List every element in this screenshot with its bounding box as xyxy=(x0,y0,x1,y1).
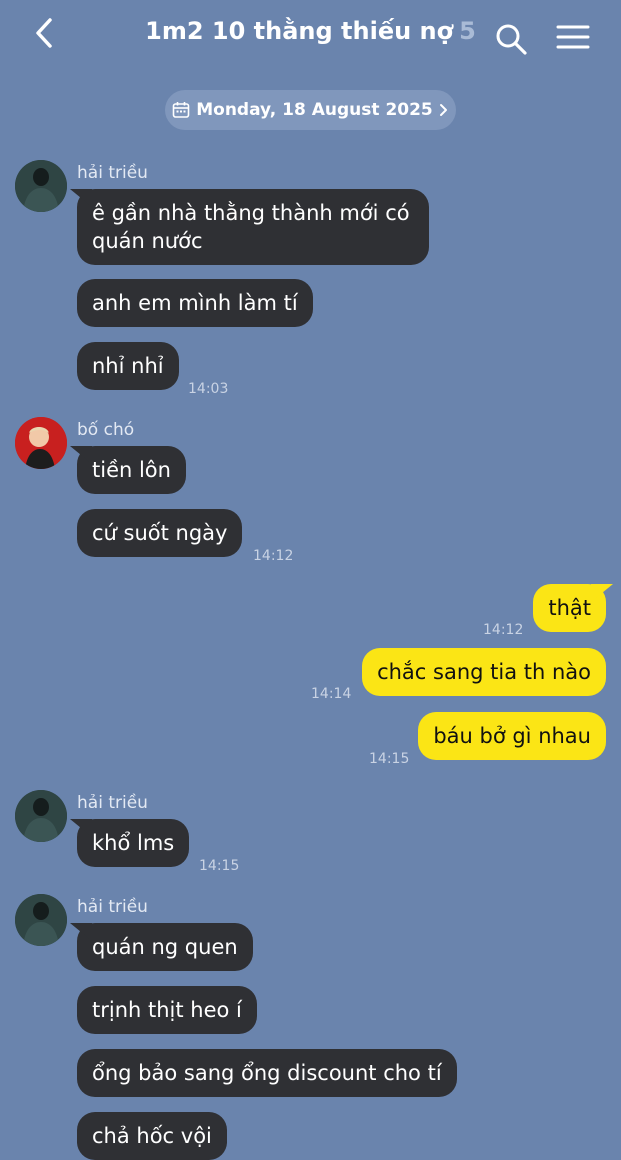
outgoing-message-bubble[interactable]: chắc sang tia th nào xyxy=(362,648,606,696)
person-silhouette-icon xyxy=(15,894,67,946)
chat-header: 1m2 10 thằng thiếu nợ 5 xyxy=(0,0,621,72)
member-count: 5 xyxy=(459,17,476,45)
sender-name: hải triều xyxy=(77,793,148,813)
message-timestamp: 14:15 xyxy=(369,751,410,767)
date-separator[interactable]: Monday, 18 August 2025 xyxy=(165,90,456,130)
date-label: Monday, 18 August 2025 xyxy=(196,100,433,120)
avatar[interactable] xyxy=(15,790,67,842)
message-bubble[interactable]: khổ lms xyxy=(77,819,190,867)
message-timestamp: 14:15 xyxy=(199,858,240,874)
person-photo-icon xyxy=(15,417,67,469)
message-bubble[interactable]: nhỉ nhỉ xyxy=(77,342,179,390)
person-silhouette-icon xyxy=(15,790,67,842)
message-bubble[interactable]: ê gần nhà thằng thành mới có quán nước xyxy=(77,189,429,265)
search-icon[interactable] xyxy=(494,22,528,56)
chevron-right-icon xyxy=(439,104,447,116)
message-bubble[interactable]: chả hốc vội xyxy=(77,1112,227,1160)
sender-name: hải triều xyxy=(77,897,148,917)
avatar[interactable] xyxy=(15,894,67,946)
message-bubble[interactable]: trịnh thịt heo í xyxy=(77,986,257,1034)
person-silhouette-icon xyxy=(15,160,67,212)
message-bubble[interactable]: cứ suốt ngày xyxy=(77,509,243,557)
group-name: 1m2 10 thằng thiếu nợ xyxy=(145,17,454,45)
message-timestamp: 14:12 xyxy=(253,548,294,564)
sender-name: hải triều xyxy=(77,163,148,183)
message-timestamp: 14:12 xyxy=(483,622,524,638)
message-timestamp: 14:03 xyxy=(188,381,229,397)
hamburger-menu-icon[interactable] xyxy=(554,20,592,54)
avatar[interactable] xyxy=(15,417,67,469)
calendar-icon xyxy=(172,102,190,118)
message-bubble[interactable]: ổng bảo sang ổng discount cho tí xyxy=(77,1049,457,1097)
message-bubble[interactable]: tiền lôn xyxy=(77,446,186,494)
message-timestamp: 14:14 xyxy=(311,686,352,702)
message-bubble[interactable]: quán ng quen xyxy=(77,923,253,971)
avatar[interactable] xyxy=(15,160,67,212)
outgoing-message-bubble[interactable]: thật xyxy=(533,584,606,632)
message-bubble[interactable]: anh em mình làm tí xyxy=(77,279,313,327)
outgoing-message-bubble[interactable]: báu bở gì nhau xyxy=(418,712,606,760)
sender-name: bố chó xyxy=(77,420,135,440)
